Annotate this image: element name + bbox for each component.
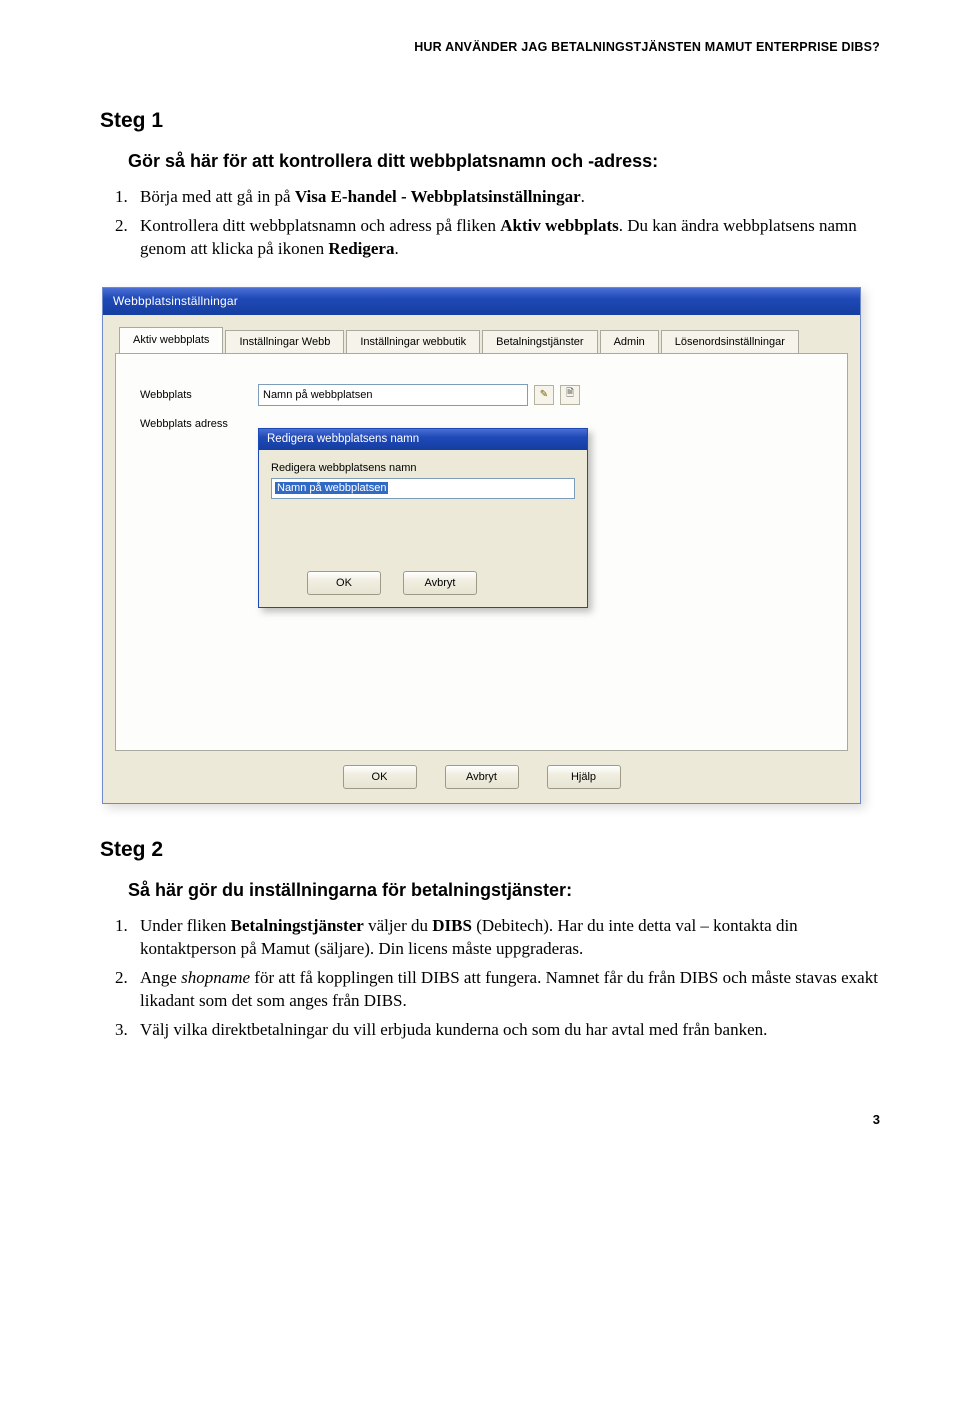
edit-button[interactable]: ✎	[534, 385, 554, 405]
tab-installningar-webb[interactable]: Inställningar Webb	[225, 330, 344, 354]
new-button[interactable]: 🗎	[560, 385, 580, 405]
modal-titlebar: Redigera webbplatsens namn	[259, 429, 587, 450]
list-item: Kontrollera ditt webbplatsnamn och adres…	[132, 215, 880, 261]
label-webbplats: Webbplats	[140, 389, 258, 401]
pencil-icon: ✎	[540, 389, 548, 400]
tab-losenordsinstallningar[interactable]: Lösenordsinställningar	[661, 330, 799, 354]
step2-heading: Steg 2	[100, 838, 880, 862]
edit-name-modal: Redigera webbplatsens namn Redigera webb…	[258, 428, 588, 608]
text: Under fliken	[140, 916, 231, 935]
help-button[interactable]: Hjälp	[547, 765, 621, 789]
list-item: Ange shopname för att få kopplingen till…	[132, 967, 880, 1013]
tab-strip: Aktiv webbplats Inställningar Webb Instä…	[115, 327, 848, 353]
text-bold: Redigera	[328, 239, 394, 258]
text: Börja med att gå in på	[140, 187, 295, 206]
modal-name-value: Namn på webbplatsen	[275, 482, 388, 494]
step1-heading: Steg 1	[100, 109, 880, 133]
label-webbplats-adress: Webbplats adress	[140, 418, 258, 430]
list-item: Börja med att gå in på Visa E-handel - W…	[132, 186, 880, 209]
text: Välj vilka direktbetalningar du vill erb…	[140, 1020, 767, 1039]
modal-name-input[interactable]: Namn på webbplatsen	[271, 478, 575, 499]
settings-dialog: Webbplatsinställningar Aktiv webbplats I…	[102, 287, 861, 804]
modal-ok-button[interactable]: OK	[307, 571, 381, 595]
tab-aktiv-webbplats[interactable]: Aktiv webbplats	[119, 327, 223, 353]
modal-cancel-button[interactable]: Avbryt	[403, 571, 477, 595]
page-number: 3	[100, 1112, 880, 1127]
text: Ange	[140, 968, 181, 987]
running-head: HUR ANVÄNDER JAG BETALNINGSTJÄNSTEN MAMU…	[100, 40, 880, 54]
step1-subheading: Gör så här för att kontrollera ditt webb…	[128, 151, 880, 172]
text-bold: Visa E-handel - Webbplatsinställningar	[295, 187, 581, 206]
dialog-titlebar: Webbplatsinställningar	[103, 288, 860, 315]
sheet-icon: 🗎	[566, 386, 574, 403]
text-bold: DIBS	[432, 916, 472, 935]
tab-betalningstjanster[interactable]: Betalningstjänster	[482, 330, 597, 354]
step1-list: Börja med att gå in på Visa E-handel - W…	[110, 186, 880, 261]
text-bold: Aktiv webbplats	[500, 216, 619, 235]
ok-button[interactable]: OK	[343, 765, 417, 789]
text-bold: Betalningstjänster	[231, 916, 364, 935]
cancel-button[interactable]: Avbryt	[445, 765, 519, 789]
list-item: Välj vilka direktbetalningar du vill erb…	[132, 1019, 880, 1042]
text: Kontrollera ditt webbplatsnamn och adres…	[140, 216, 500, 235]
text-italic: shopname	[181, 968, 250, 987]
tab-panel: Webbplats Namn på webbplatsen ✎ 🗎 Webbpl…	[115, 353, 848, 751]
tab-installningar-webbutik[interactable]: Inställningar webbutik	[346, 330, 480, 354]
list-item: Under fliken Betalningstjänster väljer d…	[132, 915, 880, 961]
text: väljer du	[364, 916, 432, 935]
step2-subheading: Så här gör du inställningarna för betaln…	[128, 880, 880, 901]
text: .	[394, 239, 398, 258]
tab-admin[interactable]: Admin	[600, 330, 659, 354]
modal-message: Redigera webbplatsens namn	[271, 462, 575, 474]
text: .	[581, 187, 585, 206]
webbplats-input[interactable]: Namn på webbplatsen	[258, 384, 528, 406]
step2-list: Under fliken Betalningstjänster väljer d…	[110, 915, 880, 1042]
text: för att få kopplingen till DIBS att fung…	[140, 968, 878, 1010]
